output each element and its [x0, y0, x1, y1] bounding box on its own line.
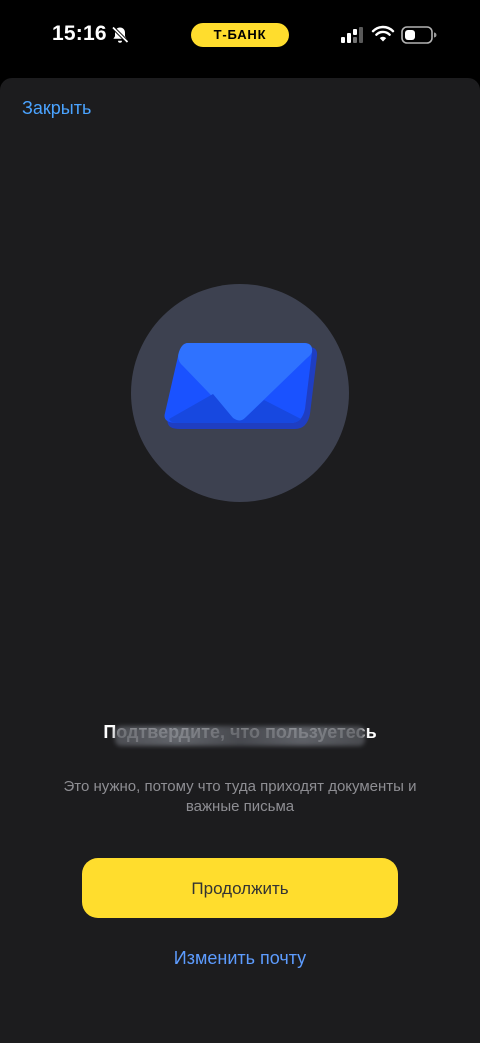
wifi-icon: [371, 25, 395, 42]
confirm-email-sheet: Закрыть Подтвердите, что пользуетесь Это…: [0, 78, 480, 1043]
signal-icon: [341, 27, 363, 43]
bell-slash-icon: [111, 26, 129, 44]
description-text: Это нужно, потому что туда приходят доку…: [63, 778, 417, 815]
continue-button[interactable]: Продолжить: [82, 858, 398, 918]
status-time: 15:16: [52, 22, 107, 45]
envelope-icon: [164, 343, 318, 429]
email-address-blurred: [115, 726, 365, 746]
battery-icon: [401, 26, 437, 44]
carrier-badge: Т-БАНК: [191, 23, 289, 47]
status-bar: 15:16 Т-БАНК: [0, 0, 480, 72]
change-email-link[interactable]: Изменить почту: [0, 948, 480, 969]
envelope-illustration: [131, 284, 349, 502]
close-button[interactable]: Закрыть: [22, 98, 91, 119]
